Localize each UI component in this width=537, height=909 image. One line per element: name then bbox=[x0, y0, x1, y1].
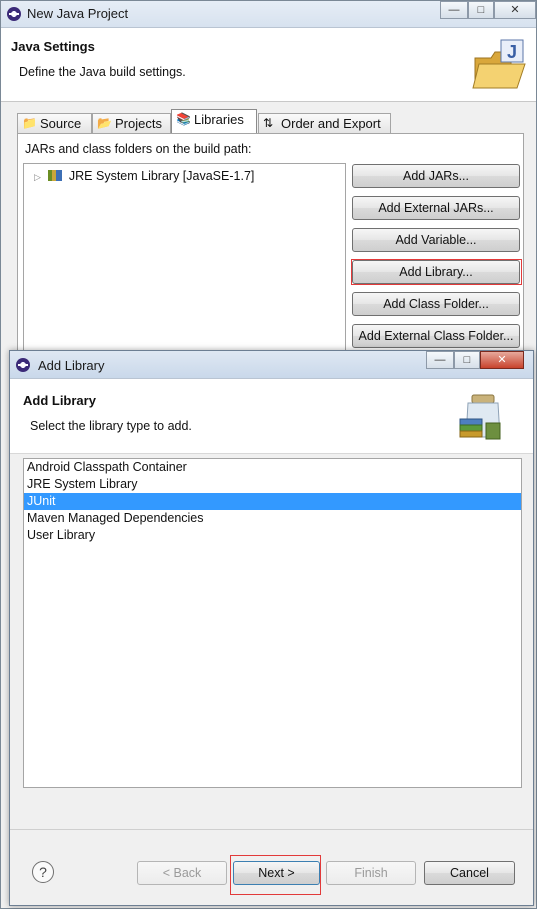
add-external-class-folder-button[interactable]: Add External Class Folder... bbox=[352, 324, 520, 348]
tab-libraries[interactable]: 📚 Libraries bbox=[171, 109, 257, 134]
add-variable-button[interactable]: Add Variable... bbox=[352, 228, 520, 252]
dialog-close-button[interactable]: ✕ bbox=[480, 351, 524, 369]
dialog-maximize-button[interactable]: □ bbox=[454, 351, 480, 369]
outer-header-description: Define the Java build settings. bbox=[19, 65, 186, 79]
tab-projects-label: Projects bbox=[115, 116, 162, 131]
outer-title-bar[interactable]: New Java Project — □ ✕ bbox=[1, 1, 536, 28]
expand-arrow-icon[interactable]: ▷ bbox=[34, 172, 41, 182]
add-class-folder-button[interactable]: Add Class Folder... bbox=[352, 292, 520, 316]
tree-item-label: JRE System Library [JavaSE-1.7] bbox=[68, 169, 255, 183]
list-item[interactable]: Android Classpath Container bbox=[24, 459, 521, 476]
close-button[interactable]: ✕ bbox=[494, 1, 536, 19]
outer-header-title: Java Settings bbox=[11, 39, 95, 54]
add-library-button[interactable]: Add Library... bbox=[352, 260, 520, 284]
build-path-label: JARs and class folders on the build path… bbox=[25, 142, 252, 156]
java-project-wizard-icon: J bbox=[472, 39, 526, 89]
library-icon bbox=[48, 170, 63, 181]
header-divider bbox=[10, 453, 533, 454]
list-item-selected[interactable]: JUnit bbox=[24, 493, 521, 510]
list-item[interactable]: JRE System Library bbox=[24, 476, 521, 493]
tab-order-and-export[interactable]: ⇅ Order and Export bbox=[258, 113, 391, 134]
cancel-button[interactable]: Cancel bbox=[424, 861, 515, 885]
list-item[interactable]: User Library bbox=[24, 527, 521, 544]
svg-text:J: J bbox=[507, 42, 517, 62]
dialog-header: Add Library Select the library type to a… bbox=[10, 379, 533, 454]
folder-icon: 📂 bbox=[97, 116, 112, 130]
tab-order-export-label: Order and Export bbox=[281, 116, 381, 131]
minimize-button[interactable]: — bbox=[440, 1, 468, 19]
help-icon[interactable]: ? bbox=[32, 861, 54, 883]
finish-button[interactable]: Finish bbox=[326, 861, 416, 885]
dialog-header-description: Select the library type to add. bbox=[30, 419, 192, 433]
tree-item[interactable]: ▷ JRE System Library [JavaSE-1.7] bbox=[34, 169, 254, 183]
dialog-minimize-button[interactable]: — bbox=[426, 351, 454, 369]
maximize-button[interactable]: □ bbox=[468, 1, 494, 19]
tab-source[interactable]: 📁 Source bbox=[17, 113, 92, 134]
tab-libraries-label: Libraries bbox=[194, 112, 244, 127]
button-bar-divider bbox=[10, 829, 533, 830]
add-external-jars-button[interactable]: Add External JARs... bbox=[352, 196, 520, 220]
add-jars-button[interactable]: Add JARs... bbox=[352, 164, 520, 188]
list-item[interactable]: Maven Managed Dependencies bbox=[24, 510, 521, 527]
build-path-tree[interactable]: ▷ JRE System Library [JavaSE-1.7] bbox=[23, 163, 346, 363]
next-button[interactable]: Next > bbox=[233, 861, 320, 885]
library-icon: 📚 bbox=[176, 112, 191, 126]
tab-source-label: Source bbox=[40, 116, 82, 131]
dialog-window-title: Add Library bbox=[38, 358, 105, 373]
order-export-icon: ⇅ bbox=[263, 116, 274, 130]
eclipse-icon bbox=[16, 358, 30, 372]
dialog-title-bar[interactable]: Add Library — □ ✕ bbox=[10, 351, 533, 379]
tab-projects[interactable]: 📂 Projects bbox=[92, 113, 171, 134]
library-jar-icon bbox=[459, 394, 501, 440]
eclipse-icon bbox=[7, 7, 21, 21]
back-button[interactable]: < Back bbox=[137, 861, 227, 885]
add-library-dialog: Add Library — □ ✕ Add Library Select the… bbox=[9, 350, 534, 906]
outer-header: Java Settings Define the Java build sett… bbox=[1, 28, 536, 102]
dialog-header-title: Add Library bbox=[23, 393, 96, 408]
library-type-list[interactable]: Android Classpath Container JRE System L… bbox=[23, 458, 522, 788]
outer-window-title: New Java Project bbox=[27, 6, 129, 21]
source-folder-icon: 📁 bbox=[22, 116, 37, 130]
